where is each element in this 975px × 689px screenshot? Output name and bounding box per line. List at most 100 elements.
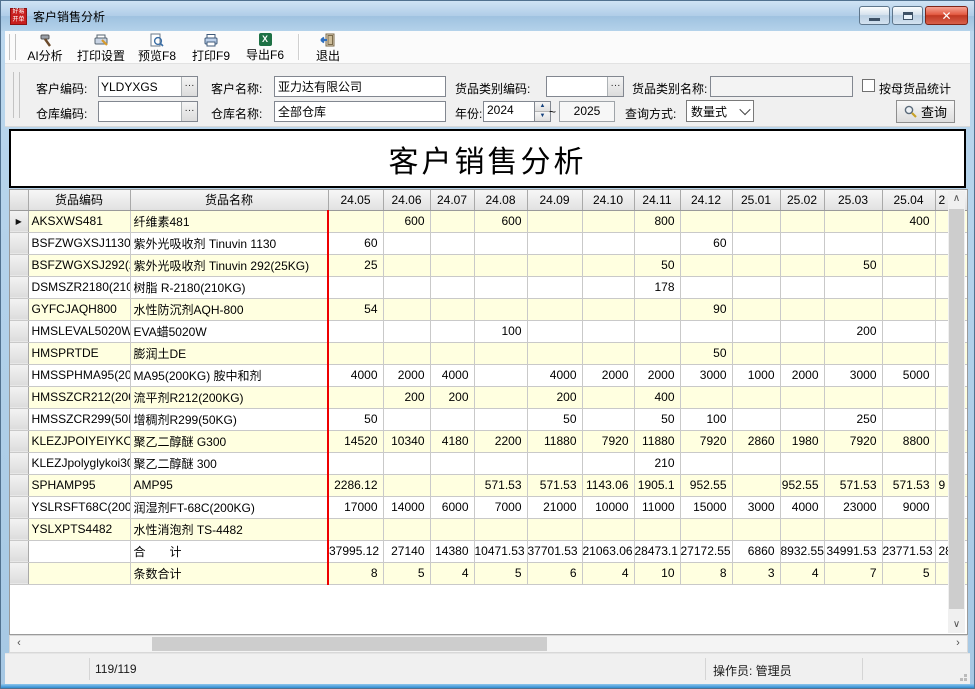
category-code-lookup-button[interactable]: ···	[607, 77, 623, 96]
scroll-right-icon[interactable]: ›	[949, 636, 967, 652]
cell-value[interactable]: 21000	[527, 496, 582, 518]
row-indicator[interactable]	[10, 408, 28, 430]
cell-value[interactable]	[824, 232, 882, 254]
cell-value[interactable]	[732, 342, 780, 364]
title-bar[interactable]: 好易开单 客户销售分析 ✕	[1, 1, 974, 31]
cell-value[interactable]	[780, 254, 824, 276]
cell-value[interactable]: 600	[474, 210, 527, 232]
cell-value[interactable]: 27140	[383, 540, 430, 562]
cell-value[interactable]: 4	[430, 562, 474, 584]
cell-value[interactable]: 10471.53	[474, 540, 527, 562]
cell-value[interactable]: 54	[328, 298, 383, 320]
maximize-button[interactable]	[892, 6, 923, 25]
cell-value[interactable]: 11000	[634, 496, 680, 518]
cell-value[interactable]	[474, 232, 527, 254]
cell-value[interactable]: 200	[824, 320, 882, 342]
cell-value[interactable]: 23771.53	[882, 540, 935, 562]
cell-value[interactable]: 1980	[780, 430, 824, 452]
cell-value[interactable]	[328, 320, 383, 342]
cell-value[interactable]	[824, 452, 882, 474]
row-indicator[interactable]	[10, 496, 28, 518]
cell-value[interactable]	[824, 518, 882, 540]
row-indicator[interactable]	[10, 276, 28, 298]
cell-value[interactable]	[882, 298, 935, 320]
cell-product-code[interactable]: GYFCJAQH800	[28, 298, 130, 320]
cell-value[interactable]: 25	[328, 254, 383, 276]
cell-value[interactable]: 7920	[680, 430, 732, 452]
cell-value[interactable]	[732, 254, 780, 276]
cell-value[interactable]: 400	[882, 210, 935, 232]
cell-value[interactable]: 3000	[680, 364, 732, 386]
cell-product-name[interactable]: 树脂 R-2180(210KG)	[130, 276, 328, 298]
vertical-scrollbar[interactable]: ∧ ∨	[948, 191, 965, 633]
cell-value[interactable]	[732, 320, 780, 342]
cell-value[interactable]	[634, 232, 680, 254]
cell-value[interactable]	[383, 452, 430, 474]
cell-value[interactable]	[582, 320, 634, 342]
cell-value[interactable]: 7	[824, 562, 882, 584]
cell-value[interactable]	[430, 320, 474, 342]
cell-value[interactable]	[527, 210, 582, 232]
cell-value[interactable]: 4000	[780, 496, 824, 518]
cell-value[interactable]	[780, 342, 824, 364]
cell-product-name[interactable]: 条数合计	[130, 562, 328, 584]
cell-value[interactable]: 571.53	[882, 474, 935, 496]
row-indicator[interactable]: ▶	[10, 210, 28, 232]
cell-value[interactable]	[824, 276, 882, 298]
resize-grip[interactable]	[964, 678, 967, 681]
cell-value[interactable]: 15000	[680, 496, 732, 518]
cell-value[interactable]	[680, 254, 732, 276]
cell-value[interactable]: 210	[634, 452, 680, 474]
cell-value[interactable]: 178	[634, 276, 680, 298]
cell-value[interactable]: 2000	[582, 364, 634, 386]
cell-value[interactable]	[582, 298, 634, 320]
cell-value[interactable]: 5000	[882, 364, 935, 386]
cell-value[interactable]	[824, 342, 882, 364]
cell-value[interactable]	[582, 254, 634, 276]
cell-value[interactable]	[634, 518, 680, 540]
cell-product-code[interactable]: HMSSZCR299(50KG)	[28, 408, 130, 430]
cell-value[interactable]	[527, 320, 582, 342]
cell-value[interactable]: 1000	[732, 364, 780, 386]
cell-value[interactable]	[824, 210, 882, 232]
cell-value[interactable]	[430, 408, 474, 430]
minimize-button[interactable]	[859, 6, 890, 25]
cell-value[interactable]	[634, 320, 680, 342]
cell-product-name[interactable]: 流平剂R212(200KG)	[130, 386, 328, 408]
cell-product-name[interactable]: EVA蜡5020W	[130, 320, 328, 342]
cell-value[interactable]	[328, 210, 383, 232]
preview-button[interactable]: 预览F8	[130, 31, 184, 63]
cell-product-code[interactable]	[28, 562, 130, 584]
exit-button[interactable]: 退出	[305, 31, 351, 63]
cell-product-code[interactable]: HMSPRTDE	[28, 342, 130, 364]
cell-product-name[interactable]: 水性防沉剂AQH-800	[130, 298, 328, 320]
cell-value[interactable]: 4180	[430, 430, 474, 452]
warehouse-name-field[interactable]	[274, 101, 446, 122]
vertical-scroll-thumb[interactable]	[949, 209, 964, 609]
customer-code-lookup-button[interactable]: ···	[181, 77, 197, 96]
cell-value[interactable]	[680, 386, 732, 408]
spin-down-icon[interactable]: ▼	[535, 112, 550, 121]
cell-value[interactable]	[732, 298, 780, 320]
cell-value[interactable]	[780, 320, 824, 342]
cell-value[interactable]: 2000	[634, 364, 680, 386]
cell-value[interactable]: 2860	[732, 430, 780, 452]
cell-product-name[interactable]: 紫外光吸收剂 Tinuvin 1130	[130, 232, 328, 254]
cell-value[interactable]	[328, 518, 383, 540]
cell-value[interactable]	[527, 254, 582, 276]
cell-value[interactable]	[474, 386, 527, 408]
warehouse-code-lookup-button[interactable]: ···	[181, 102, 197, 121]
cell-value[interactable]	[383, 298, 430, 320]
cell-value[interactable]	[383, 232, 430, 254]
cell-value[interactable]	[780, 518, 824, 540]
cell-product-name[interactable]: 增稠剂R299(50KG)	[130, 408, 328, 430]
row-indicator[interactable]	[10, 232, 28, 254]
cell-value[interactable]: 2286.12	[328, 474, 383, 496]
cell-value[interactable]	[582, 386, 634, 408]
cell-value[interactable]	[474, 276, 527, 298]
cell-value[interactable]: 4	[780, 562, 824, 584]
horizontal-scroll-thumb[interactable]	[152, 637, 547, 651]
cell-value[interactable]: 2200	[474, 430, 527, 452]
cell-value[interactable]	[430, 232, 474, 254]
row-indicator[interactable]	[10, 474, 28, 496]
